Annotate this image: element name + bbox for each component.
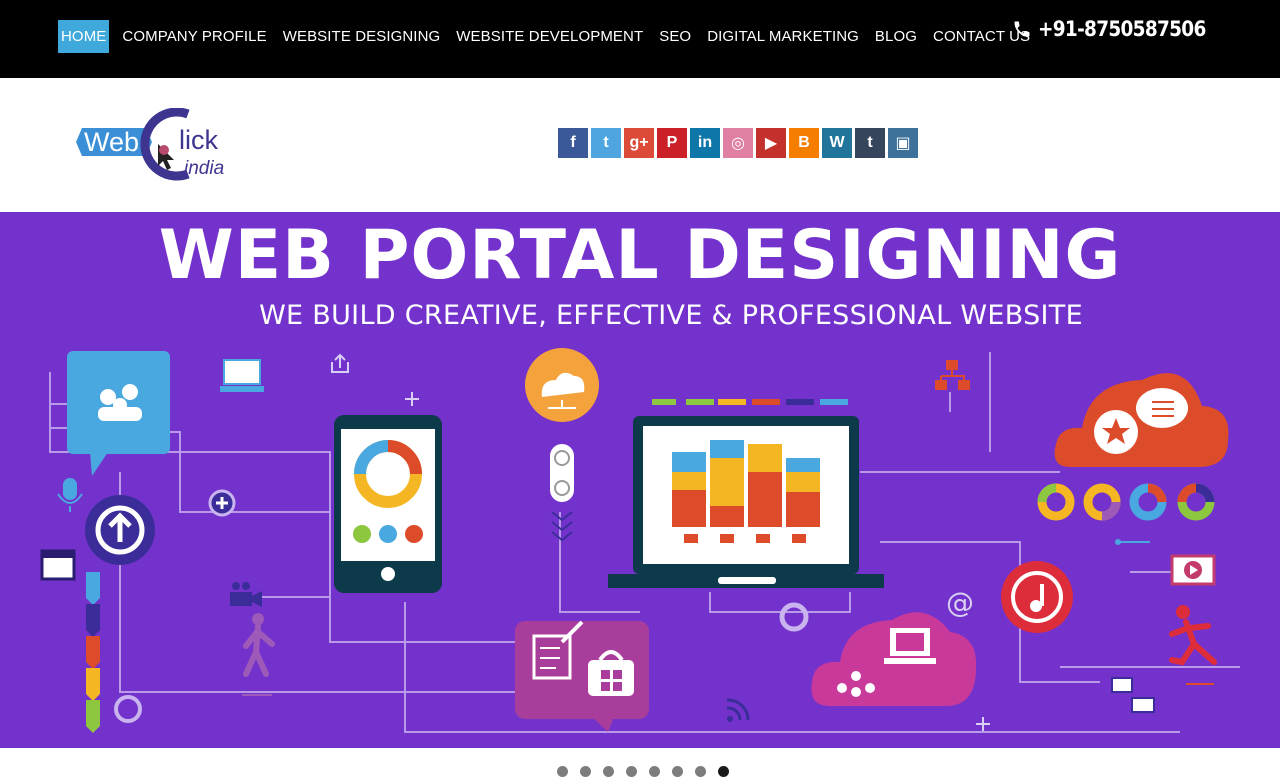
pinterest-icon[interactable]: P xyxy=(657,128,687,158)
wordpress-glyph: W xyxy=(829,134,845,151)
tumblr-glyph: t xyxy=(867,134,873,151)
instagram-icon[interactable]: ▣ xyxy=(888,128,918,158)
youtube-glyph: ▶ xyxy=(764,135,778,152)
wordpress-icon[interactable]: W xyxy=(822,128,852,158)
svg-text:india: india xyxy=(184,158,224,179)
banner-subtitle: WE BUILD CREATIVE, EFFECTIVE & PROFESSIO… xyxy=(259,300,1083,331)
nav-seo[interactable]: SEO xyxy=(651,20,699,53)
dribbble-icon[interactable]: ◎ xyxy=(723,128,753,158)
facebook-glyph: f xyxy=(570,134,576,151)
hero-banner: @ WEB PORTAL DESIGNING WE BUILD CREATIVE… xyxy=(0,212,1280,748)
slider-dot[interactable] xyxy=(649,766,660,777)
svg-text:@: @ xyxy=(946,586,974,619)
nav-company-profile[interactable]: COMPANY PROFILE xyxy=(114,20,274,53)
nav-website-development[interactable]: WEBSITE DEVELOPMENT xyxy=(448,20,651,53)
nav-digital-marketing[interactable]: DIGITAL MARKETING xyxy=(699,20,867,53)
pinterest-glyph: P xyxy=(666,134,678,151)
google-plus-icon[interactable]: g+ xyxy=(624,128,654,158)
linkedin-glyph: in xyxy=(697,134,713,151)
slider-dot[interactable] xyxy=(695,766,706,777)
phone-number: +91-8750587506 xyxy=(1037,17,1206,41)
site-logo[interactable]: Web lick india xyxy=(76,108,252,182)
top-navbar: HOME COMPANY PROFILE WEBSITE DESIGNING W… xyxy=(0,0,1280,78)
youtube-icon[interactable]: ▶ xyxy=(756,128,786,158)
social-links: f t g+ Pin ◎ ▶ B Wt ▣ xyxy=(558,128,918,158)
nav-home[interactable]: HOME xyxy=(58,20,110,53)
site-header: Web lick india f t g+ Pin ◎ ▶ B Wt ▣ xyxy=(0,78,1280,212)
google-plus-glyph: g+ xyxy=(629,134,649,151)
blogger-glyph: B xyxy=(798,134,810,151)
instagram-glyph: ▣ xyxy=(895,135,911,152)
slider-dot[interactable] xyxy=(557,766,568,777)
nav-blog[interactable]: BLOG xyxy=(867,20,925,53)
slider-dot[interactable] xyxy=(718,766,729,777)
phone-icon xyxy=(1014,21,1030,37)
twitter-glyph: t xyxy=(603,134,609,151)
slider-dot[interactable] xyxy=(626,766,637,777)
dribbble-glyph: ◎ xyxy=(731,135,745,152)
tumblr-icon[interactable]: t xyxy=(855,128,885,158)
linkedin-icon[interactable]: in xyxy=(690,128,720,158)
logo-text-web: Web xyxy=(84,127,139,157)
banner-title: WEB PORTAL DESIGNING xyxy=(158,216,1122,295)
twitter-icon[interactable]: t xyxy=(591,128,621,158)
slider-dot[interactable] xyxy=(580,766,591,777)
nav-website-designing[interactable]: WEBSITE DESIGNING xyxy=(275,20,449,53)
facebook-icon[interactable]: f xyxy=(558,128,588,158)
phone-contact[interactable]: +91-8750587506 xyxy=(1012,17,1228,41)
slider-dot[interactable] xyxy=(672,766,683,777)
slider-dot[interactable] xyxy=(603,766,614,777)
svg-text:lick: lick xyxy=(179,125,218,155)
slider-pagination xyxy=(557,766,729,777)
blogger-icon[interactable]: B xyxy=(789,128,819,158)
main-nav: HOME COMPANY PROFILE WEBSITE DESIGNING W… xyxy=(58,20,1038,53)
